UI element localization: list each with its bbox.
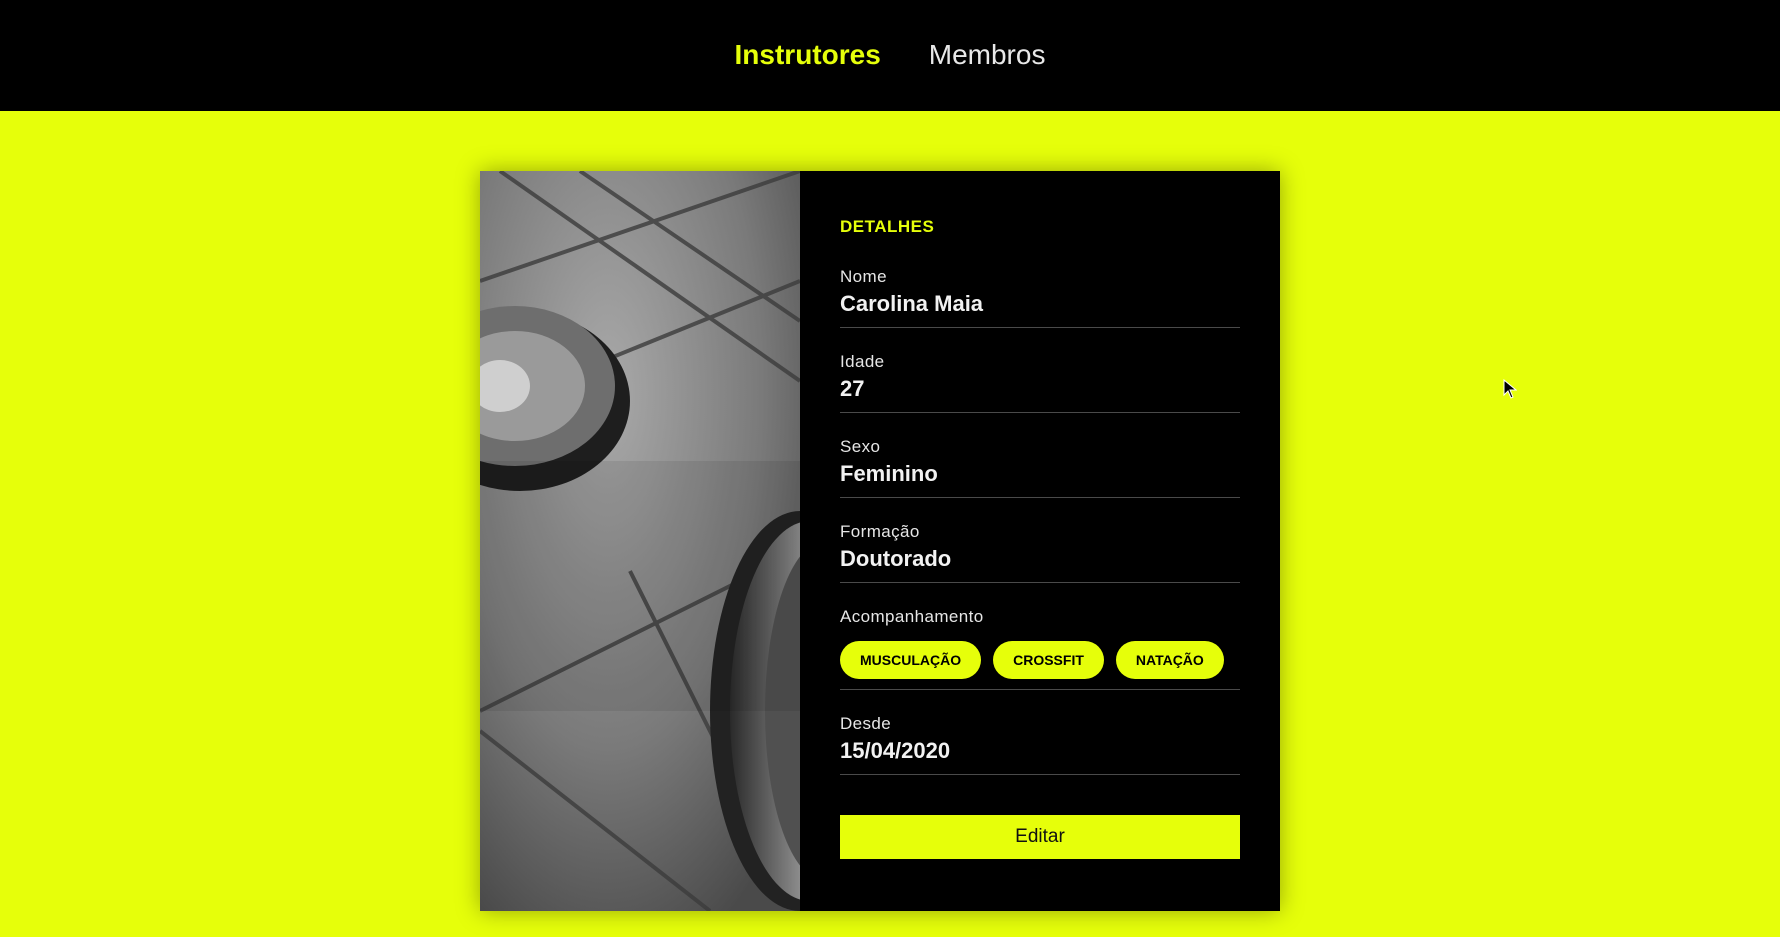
field-value: 27 xyxy=(840,376,865,401)
field-idade: Idade 27 xyxy=(840,344,1240,413)
field-nome: Nome Carolina Maia xyxy=(840,259,1240,328)
tag-musculacao[interactable]: MUSCULAÇÃO xyxy=(840,641,982,679)
mouse-pointer-icon xyxy=(1503,379,1517,399)
edit-button[interactable]: Editar xyxy=(840,815,1240,859)
tag-list: MUSCULAÇÃO CROSSFIT NATAÇÃO xyxy=(840,641,1240,679)
gym-photo xyxy=(480,171,800,911)
field-label: Formação xyxy=(840,522,920,541)
weight-plates-image xyxy=(480,171,800,911)
field-formacao: Formação Doutorado xyxy=(840,514,1240,583)
instructor-card: DETALHES Nome Carolina Maia Idade 27 Sex… xyxy=(480,171,1280,911)
field-label: Acompanhamento xyxy=(840,607,984,626)
field-value: Carolina Maia xyxy=(840,291,984,316)
tag-natacao[interactable]: NATAÇÃO xyxy=(1115,641,1224,679)
details-panel: DETALHES Nome Carolina Maia Idade 27 Sex… xyxy=(800,171,1280,911)
field-label: Sexo xyxy=(840,437,881,456)
top-navigation: Instrutores Membros xyxy=(0,0,1780,111)
tag-crossfit[interactable]: CROSSFIT xyxy=(993,641,1104,679)
field-label: Idade xyxy=(840,352,885,371)
field-label: Nome xyxy=(840,267,887,286)
field-acompanhamento: Acompanhamento MUSCULAÇÃO CROSSFIT NATAÇ… xyxy=(840,599,1240,690)
field-desde: Desde 15/04/2020 xyxy=(840,706,1240,775)
field-value: 15/04/2020 xyxy=(840,738,951,763)
nav-link-membros[interactable]: Membros xyxy=(929,39,1046,71)
field-sexo: Sexo Feminino xyxy=(840,429,1240,498)
field-value: Feminino xyxy=(840,461,938,486)
section-title: DETALHES xyxy=(840,217,935,236)
field-value: Doutorado xyxy=(840,546,952,571)
field-label: Desde xyxy=(840,714,892,733)
nav-link-instrutores[interactable]: Instrutores xyxy=(735,39,881,71)
